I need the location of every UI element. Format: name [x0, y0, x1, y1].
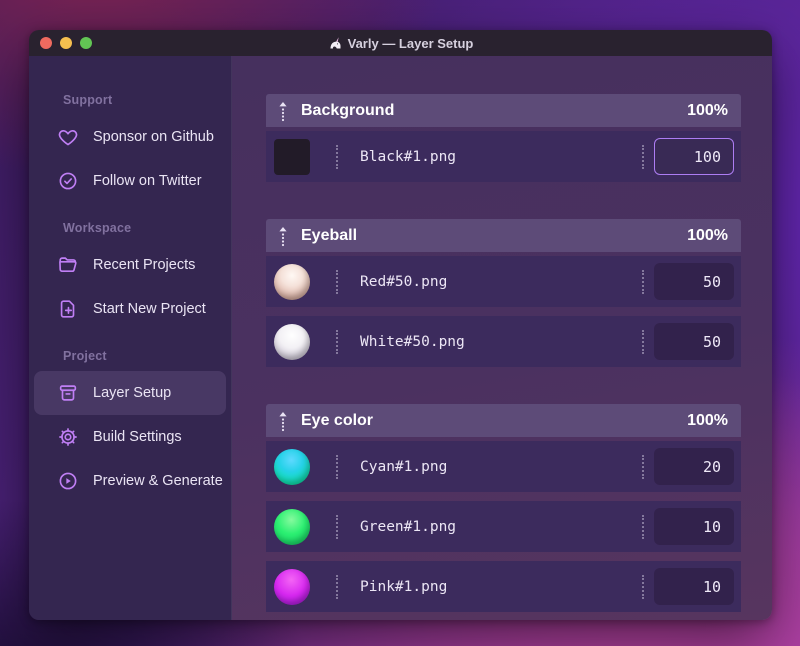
group-weight: 100% [687, 411, 728, 429]
group-name: Background [301, 101, 395, 119]
layer-filename: Cyan#1.png [360, 458, 448, 475]
archive-box-icon [57, 382, 79, 404]
divider [336, 574, 338, 599]
section-heading-workspace: Workspace [63, 221, 132, 235]
group-weight: 100% [687, 101, 728, 119]
unicorn-icon [328, 36, 343, 51]
window-title-text: Varly — Layer Setup [347, 35, 474, 51]
layer-weight-input[interactable] [654, 508, 734, 545]
zoom-button[interactable] [80, 37, 92, 49]
layer-weight-input[interactable] [654, 448, 734, 485]
document-plus-icon [57, 298, 79, 320]
layer-group-header[interactable]: Eyeball 100% [266, 219, 741, 252]
window-title: Varly — Layer Setup [328, 35, 474, 51]
layer-filename: Black#1.png [360, 148, 457, 165]
sidebar-item-label: Start New Project [93, 301, 206, 317]
badge-check-icon [57, 170, 79, 192]
sidebar-item-sponsor-github[interactable]: Sponsor on Github [34, 115, 226, 159]
gear-icon [57, 426, 79, 448]
drag-handle-icon[interactable] [278, 411, 288, 431]
divider [642, 574, 644, 599]
layer-thumbnail [274, 323, 310, 360]
sidebar-item-label: Recent Projects [93, 257, 196, 273]
section-heading-project: Project [63, 349, 107, 363]
divider [336, 144, 338, 169]
layer-row: Red#50.png [266, 256, 741, 307]
layer-group-eye-color: Eye color 100% Cyan#1.png Green#1.png [266, 404, 741, 612]
divider [336, 269, 338, 294]
group-name: Eyeball [301, 226, 358, 244]
close-button[interactable] [40, 37, 52, 49]
layer-weight-input[interactable] [654, 138, 734, 175]
sidebar-item-label: Follow on Twitter [93, 173, 202, 189]
drag-handle-icon[interactable] [278, 101, 288, 121]
sidebar: Support Sponsor on Github Follow on Twit… [29, 56, 232, 620]
sidebar-section-support: Support Sponsor on Github Follow on Twit… [29, 93, 231, 203]
minimize-button[interactable] [60, 37, 72, 49]
layer-filename: Pink#1.png [360, 578, 448, 595]
layer-row: Black#1.png [266, 131, 741, 182]
sidebar-section-workspace: Workspace Recent Projects Start New Proj… [29, 221, 231, 331]
divider [642, 514, 644, 539]
title-bar: Varly — Layer Setup [29, 30, 772, 56]
layer-thumbnail [274, 138, 310, 175]
window-body: Support Sponsor on Github Follow on Twit… [29, 56, 772, 620]
layer-row: Cyan#1.png [266, 441, 741, 492]
layer-weight-input[interactable] [654, 323, 734, 360]
layer-group-header[interactable]: Eye color 100% [266, 404, 741, 437]
sidebar-item-follow-twitter[interactable]: Follow on Twitter [34, 159, 226, 203]
divider [642, 454, 644, 479]
layer-thumbnail [274, 568, 310, 605]
sidebar-item-label: Preview & Generate [93, 473, 223, 489]
sidebar-item-start-new-project[interactable]: Start New Project [34, 287, 226, 331]
layer-group-header[interactable]: Background 100% [266, 94, 741, 127]
layer-row: Pink#1.png [266, 561, 741, 612]
sidebar-item-layer-setup[interactable]: Layer Setup [34, 371, 226, 415]
sidebar-item-label: Build Settings [93, 429, 182, 445]
group-name: Eye color [301, 411, 374, 429]
layer-row: Green#1.png [266, 501, 741, 552]
divider [642, 329, 644, 354]
section-heading-support: Support [63, 93, 113, 107]
divider [336, 454, 338, 479]
divider [642, 269, 644, 294]
layer-thumbnail [274, 508, 310, 545]
layer-row: White#50.png [266, 316, 741, 367]
sidebar-section-project: Project Layer Setup Build Settings Previ… [29, 349, 231, 503]
layer-thumbnail [274, 448, 310, 485]
drag-handle-icon[interactable] [278, 226, 288, 246]
heart-icon [57, 126, 79, 148]
layer-thumbnail [274, 263, 310, 300]
sidebar-item-label: Sponsor on Github [93, 129, 214, 145]
layer-group-background: Background 100% Black#1.png [266, 94, 741, 182]
play-circle-icon [57, 470, 79, 492]
layer-setup-panel: Background 100% Black#1.png 100 Eyeball … [232, 56, 772, 620]
layer-filename: Red#50.png [360, 273, 448, 290]
layer-filename: Green#1.png [360, 518, 457, 535]
folder-icon [57, 254, 79, 276]
sidebar-item-preview-generate[interactable]: Preview & Generate [34, 459, 226, 503]
layer-weight-input[interactable] [654, 263, 734, 300]
sidebar-item-build-settings[interactable]: Build Settings [34, 415, 226, 459]
layer-weight-input[interactable] [654, 568, 734, 605]
divider [642, 144, 644, 169]
divider [336, 514, 338, 539]
layer-group-eyeball: Eyeball 100% Red#50.png White#50.png [266, 219, 741, 367]
divider [336, 329, 338, 354]
sidebar-item-recent-projects[interactable]: Recent Projects [34, 243, 226, 287]
traffic-lights [40, 30, 92, 56]
layer-filename: White#50.png [360, 333, 465, 350]
app-window: Varly — Layer Setup Support Sponsor on G… [29, 30, 772, 620]
group-weight: 100% [687, 226, 728, 244]
sidebar-item-label: Layer Setup [93, 385, 172, 401]
